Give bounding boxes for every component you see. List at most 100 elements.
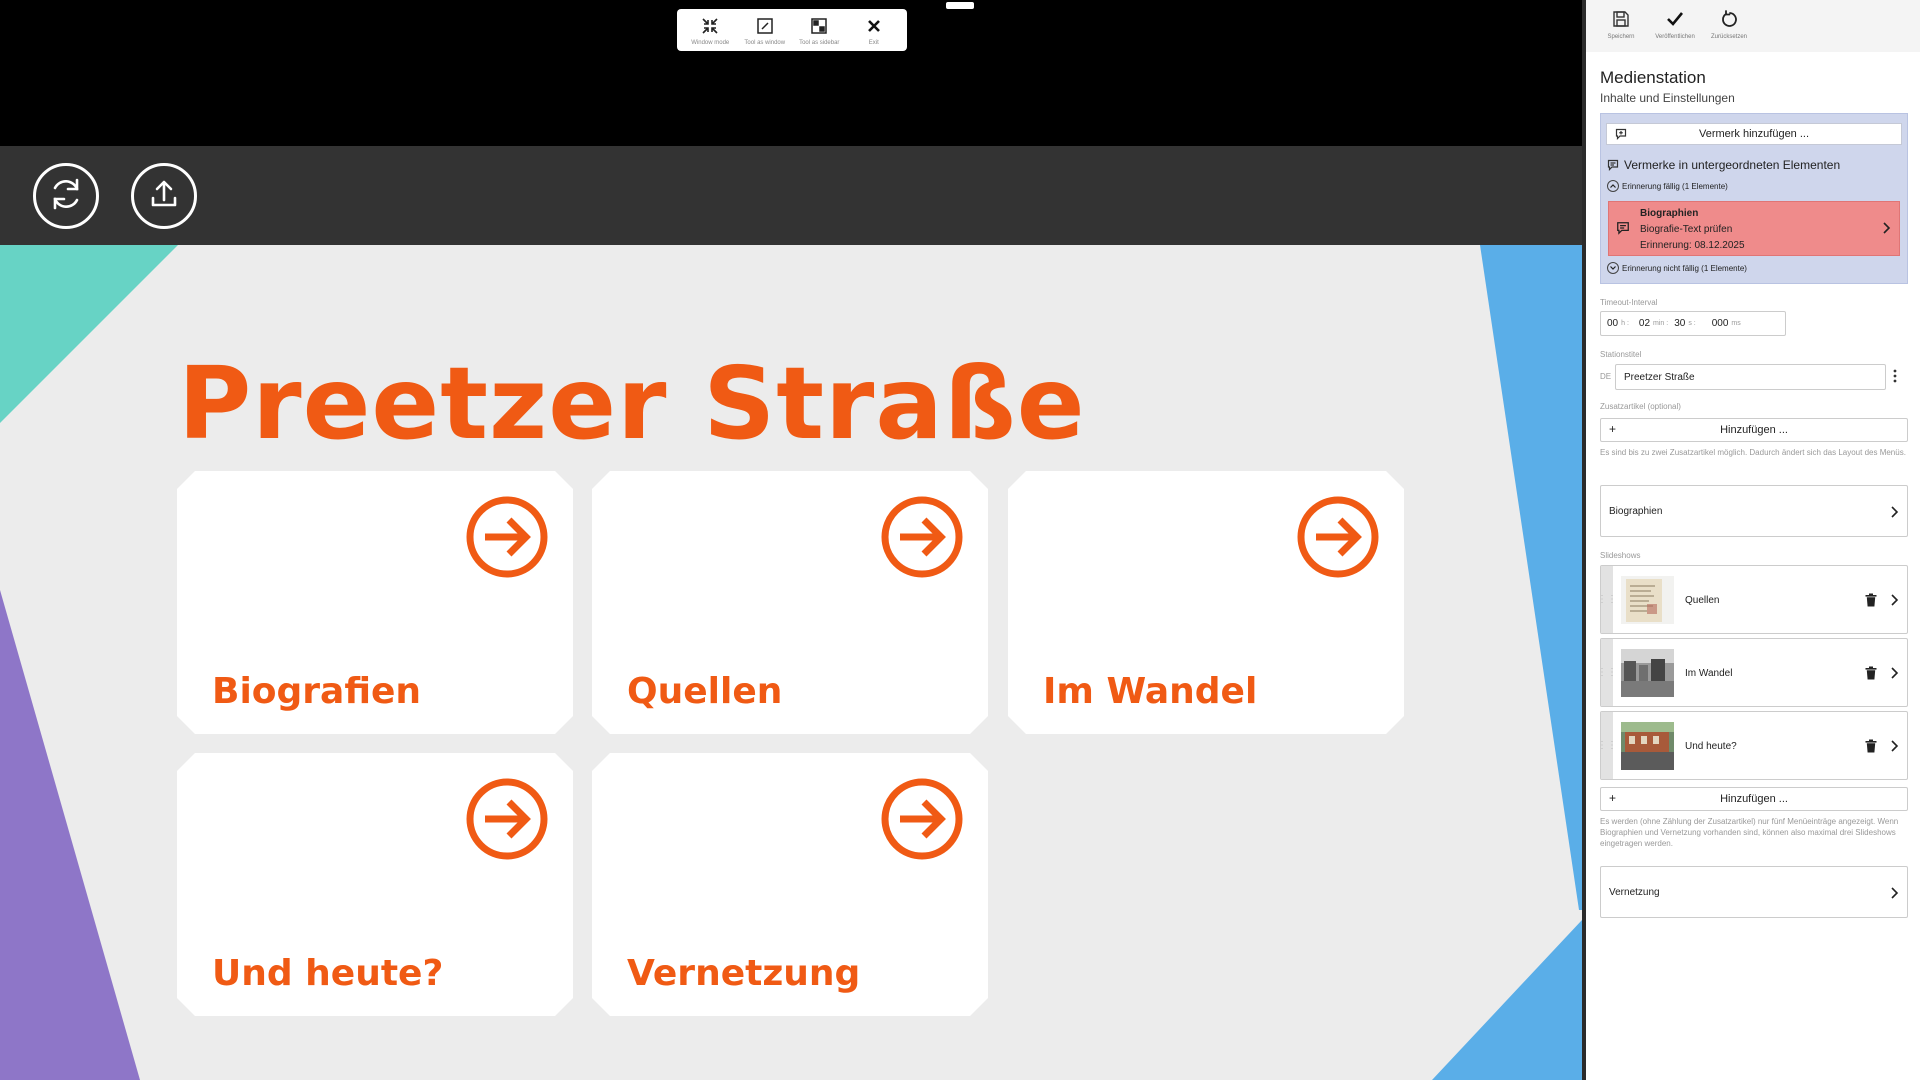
extra-articles-hint: Es sind bis zu zwei Zusatzartikel möglic… <box>1600 448 1906 457</box>
drag-handle-icon[interactable]: ⋮⋮ <box>1597 712 1617 779</box>
upload-button[interactable] <box>131 163 197 229</box>
window-mode-icon <box>699 15 721 37</box>
slideshows-label: Slideshows <box>1600 551 1641 560</box>
add-extra-article-button[interactable]: + Hinzufügen ... <box>1600 418 1908 442</box>
not-due-reminders-toggle[interactable]: Erinnerung nicht fällig (1 Elemente) <box>1607 262 1747 274</box>
plus-icon: + <box>1609 422 1617 436</box>
top-drag-handle[interactable] <box>946 2 974 9</box>
plus-icon: + <box>1609 791 1617 805</box>
tile-label: Quellen <box>627 671 783 712</box>
tile-label: Und heute? <box>212 953 444 994</box>
slideshow-name: Und heute? <box>1685 741 1737 752</box>
checkmark-icon <box>1664 8 1686 30</box>
window-mode-label: Window mode <box>691 39 730 46</box>
network-row-label: Vernetzung <box>1609 886 1660 898</box>
arrow-right-circle-icon <box>1297 496 1379 578</box>
tile-label: Biografien <box>212 671 422 712</box>
biographies-row-label: Biographien <box>1609 505 1663 517</box>
reminder-text: Biografie-Text prüfen <box>1640 224 1733 235</box>
trash-icon[interactable] <box>1865 593 1877 612</box>
menu-tile-vernetzung[interactable]: Vernetzung <box>592 753 988 1016</box>
tool-as-sidebar-label: Tool as sidebar <box>799 39 840 46</box>
exit-label: Exit <box>868 39 879 46</box>
station-preview: Window mode Tool as window Tool as sideb… <box>0 0 1582 1080</box>
language-tag: DE <box>1600 372 1612 381</box>
publish-button[interactable]: Veröffentlichen <box>1648 8 1702 52</box>
arrow-right-circle-icon <box>881 496 963 578</box>
reset-button[interactable]: Zurücksetzen <box>1702 8 1756 52</box>
tool-sidebar-icon <box>808 15 830 37</box>
chevron-down-icon <box>1607 262 1619 274</box>
floating-toolbar: Window mode Tool as window Tool as sideb… <box>677 9 907 51</box>
reset-icon <box>1718 8 1740 30</box>
slideshows-hint: Es werden (ohne Zählung der Zusatzartike… <box>1600 817 1899 848</box>
timeout-milliseconds[interactable]: 000 <box>1712 318 1729 329</box>
tool-as-window-button[interactable]: Tool as window <box>739 15 791 46</box>
save-button[interactable]: Speichern <box>1594 8 1648 52</box>
due-reminders-toggle[interactable]: Erinnerung fällig (1 Elemente) <box>1607 180 1728 192</box>
extra-articles-label: Zusatzartikel (optional) <box>1600 402 1681 411</box>
timeout-seconds[interactable]: 30 <box>1674 318 1685 329</box>
timeout-minutes[interactable]: 02 <box>1639 318 1650 329</box>
publish-label: Veröffentlichen <box>1655 34 1695 40</box>
refresh-icon <box>47 175 85 218</box>
station-title-label: Stationstitel <box>1600 350 1642 359</box>
drag-handle-icon[interactable]: ⋮⋮ <box>1597 566 1617 633</box>
timeout-hours[interactable]: 00 <box>1607 318 1618 329</box>
add-note-button[interactable]: Vermerk hinzufügen ... <box>1606 123 1902 145</box>
tool-as-sidebar-button[interactable]: Tool as sidebar <box>793 15 845 46</box>
chevron-right-icon <box>1889 593 1899 612</box>
station-control-bar <box>0 146 1582 245</box>
child-notes-heading-text: Vermerke in untergeordneten Elementen <box>1624 158 1841 172</box>
drag-handle-icon[interactable]: ⋮⋮ <box>1597 639 1617 706</box>
station-title-input[interactable]: Preetzer Straße <box>1615 364 1886 390</box>
seconds-unit: s : <box>1688 320 1696 327</box>
reminder-card[interactable]: Biographien Biografie-Text prüfen Erinne… <box>1608 201 1900 256</box>
slideshow-row-im-wandel[interactable]: ⋮⋮ Im Wandel <box>1597 638 1908 707</box>
save-icon <box>1610 8 1632 30</box>
reset-label: Zurücksetzen <box>1710 34 1747 40</box>
timeout-input[interactable]: 00 h : 02 min : 30 s : 000 ms <box>1600 311 1786 336</box>
close-icon <box>863 15 885 37</box>
child-notes-heading: Vermerke in untergeordneten Elementen <box>1607 158 1840 172</box>
more-vertical-icon[interactable] <box>1892 368 1898 389</box>
comment-icon <box>1607 159 1619 171</box>
add-slideshow-label: Hinzufügen ... <box>1720 793 1788 805</box>
trash-icon[interactable] <box>1865 739 1877 758</box>
slideshow-thumbnail <box>1621 576 1674 624</box>
window-mode-button[interactable]: Window mode <box>684 15 736 46</box>
sidebar-toolbar: Speichern Veröffentlichen Zurücksetzen <box>1586 0 1920 52</box>
hours-unit: h : <box>1621 320 1629 327</box>
arrow-right-circle-icon <box>466 496 548 578</box>
tile-label: Vernetzung <box>627 953 861 994</box>
biographies-row[interactable]: Biographien <box>1600 485 1908 537</box>
panel-title: Medienstation <box>1600 68 1706 87</box>
trash-icon[interactable] <box>1865 666 1877 685</box>
menu-tile-im-wandel[interactable]: Im Wandel <box>1008 471 1404 734</box>
menu-tile-quellen[interactable]: Quellen <box>592 471 988 734</box>
chevron-right-icon <box>1889 739 1899 758</box>
menu-tile-biografien[interactable]: Biografien <box>177 471 573 734</box>
slideshow-name: Im Wandel <box>1685 668 1733 679</box>
slideshow-row-und-heute[interactable]: ⋮⋮ Und heute? <box>1597 711 1908 780</box>
arrow-right-circle-icon <box>466 778 548 860</box>
slideshow-thumbnail <box>1621 722 1674 770</box>
slideshow-row-quellen[interactable]: ⋮⋮ Quellen <box>1597 565 1908 634</box>
add-note-label: Vermerk hinzufügen ... <box>1698 128 1810 140</box>
due-reminders-label: Erinnerung fällig (1 Elemente) <box>1622 181 1728 191</box>
tool-as-window-label: Tool as window <box>744 39 786 46</box>
tile-label: Im Wandel <box>1043 671 1258 712</box>
add-note-icon <box>1615 128 1627 143</box>
save-label: Speichern <box>1607 34 1635 40</box>
station-title: Preetzer Straße <box>178 345 1086 462</box>
timeout-label: Timeout-Interval <box>1600 298 1658 307</box>
chevron-right-icon <box>1889 886 1899 903</box>
menu-tile-und-heute[interactable]: Und heute? <box>177 753 573 1016</box>
notes-section: Vermerk hinzufügen ... Vermerke in unter… <box>1600 113 1908 284</box>
reminder-title: Biographien <box>1640 208 1699 219</box>
refresh-button[interactable] <box>33 163 99 229</box>
arrow-right-circle-icon <box>881 778 963 860</box>
exit-button[interactable]: Exit <box>848 15 900 46</box>
add-slideshow-button[interactable]: + Hinzufügen ... <box>1600 787 1908 811</box>
network-row[interactable]: Vernetzung <box>1600 866 1908 918</box>
